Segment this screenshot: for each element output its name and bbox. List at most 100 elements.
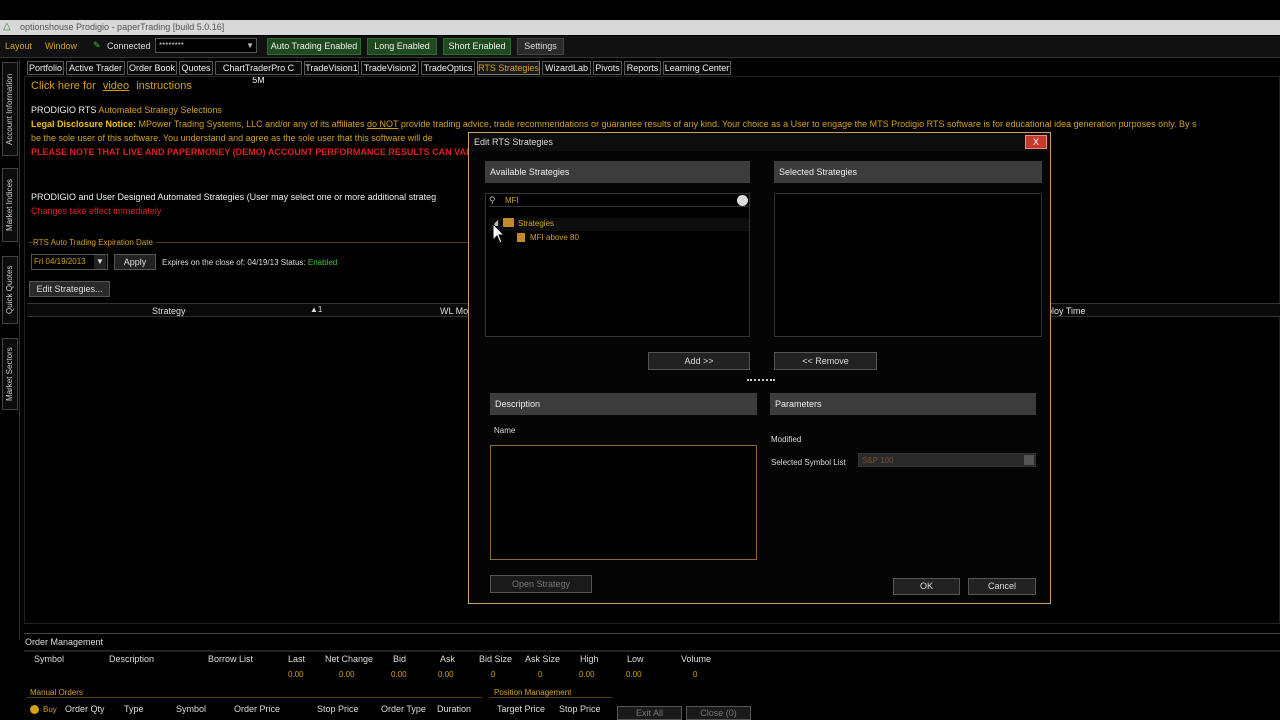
user-designed-text: PRODIGIO and User Designed Automated Str… — [31, 192, 437, 202]
legal-notice: Legal Disclosure Notice: MPower Trading … — [31, 119, 1197, 129]
tab-portfolio[interactable]: Portfolio — [27, 61, 64, 75]
tab-learning-center[interactable]: Learning Center — [663, 61, 731, 75]
click-here-text: Click here for — [31, 80, 96, 92]
tab-quotes[interactable]: Quotes — [179, 61, 213, 75]
col-order-type: Order Type — [381, 704, 426, 714]
rts-sub: Automated Strategy Selections — [98, 105, 222, 115]
tab-tradevision1[interactable]: TradeVision1 — [304, 61, 359, 75]
description-textarea[interactable] — [490, 445, 757, 560]
dialog-title: Edit RTS Strategies — [469, 133, 1050, 151]
manual-orders-label: Manual Orders — [30, 688, 85, 697]
description-header: Description — [490, 393, 757, 415]
account-select-value: ******** — [159, 41, 184, 50]
col-target-price: Target Price — [497, 704, 546, 714]
legal-text-2: provide trading advice, trade recommenda… — [400, 119, 1197, 129]
order-management-panel: Order Management Symbol Description Borr… — [24, 633, 1280, 720]
legal-line2: be the sole user of this software. You u… — [31, 133, 433, 143]
col-symbol[interactable]: Symbol — [34, 654, 64, 664]
date-picker[interactable]: Fri 04/19/2013 ▼ — [31, 254, 108, 270]
col-bid[interactable]: Bid — [393, 654, 406, 664]
symbol-list-label: Selected Symbol List — [771, 458, 846, 467]
sidetab-account-information[interactable]: Account Information — [2, 62, 18, 156]
tab-wizardlab[interactable]: WizardLab — [542, 61, 591, 75]
instructions-line: Click here for video instructions — [31, 80, 192, 92]
clear-search-icon[interactable] — [737, 195, 748, 206]
col-bid-size[interactable]: Bid Size — [479, 654, 512, 664]
account-select[interactable]: ******** ▼ — [155, 38, 257, 53]
col-net-change[interactable]: Net Change — [325, 654, 373, 664]
selected-strategies-header: Selected Strategies — [774, 161, 1042, 183]
chevron-down-icon[interactable] — [1024, 455, 1034, 465]
col-high[interactable]: High — [580, 654, 599, 664]
tab-active-trader[interactable]: Active Trader — [66, 61, 125, 75]
selected-strategies-list[interactable] — [774, 193, 1042, 337]
tab-tradeoptics[interactable]: TradeOptics — [421, 61, 475, 75]
exit-all-button[interactable]: Exit All — [617, 706, 682, 720]
edit-strategies-button[interactable]: Edit Strategies... — [29, 281, 110, 297]
menu-window[interactable]: Window — [45, 41, 77, 51]
col-description[interactable]: Description — [109, 654, 154, 664]
open-strategy-button[interactable]: Open Strategy — [490, 575, 592, 593]
video-link[interactable]: video — [103, 80, 129, 92]
tree-row-strategies[interactable]: ◢ Strategies — [489, 218, 749, 231]
buy-label: Buy — [43, 705, 57, 714]
long-enabled-button[interactable]: Long Enabled — [367, 38, 437, 55]
symbol-list-select[interactable]: S&P 100 — [858, 453, 1036, 467]
status-value: Enabled — [307, 258, 338, 267]
sidetab-market-indices[interactable]: Market Indices — [2, 168, 18, 242]
changes-text: Changes take effect immediately — [31, 206, 162, 216]
cancel-button[interactable]: Cancel — [968, 578, 1036, 595]
orders-divider — [24, 650, 1280, 652]
tab-charttraderpro[interactable]: ChartTraderPro C 5M — [215, 61, 302, 85]
tab-tradevision2[interactable]: TradeVision2 — [361, 61, 419, 75]
col-wl[interactable]: WL Mo — [440, 306, 468, 316]
sidetab-quick-quotes[interactable]: Quick Quotes — [2, 256, 18, 324]
col-strategy[interactable]: Strategy — [152, 306, 186, 316]
modified-label: Modified — [771, 435, 802, 444]
connection-status: Connected — [107, 41, 151, 51]
tab-pivots[interactable]: Pivots — [593, 61, 622, 75]
symbol-list-value: S&P 100 — [862, 456, 894, 465]
chevron-down-icon: ▼ — [246, 41, 254, 50]
col-order-price: Order Price — [234, 704, 281, 714]
side-tabs: Account Information Market Indices Quick… — [0, 60, 20, 640]
file-icon — [517, 233, 525, 242]
position-management-label: Position Management — [494, 688, 574, 697]
tab-reports[interactable]: Reports — [624, 61, 661, 75]
tab-order-book[interactable]: Order Book — [127, 61, 177, 75]
expires-info: Expires on the close of: 04/19/13 Status… — [162, 258, 337, 267]
tab-rts-strategies[interactable]: RTS Strategies — [477, 61, 540, 75]
tree-row-mfi[interactable]: MFI above 80 — [517, 232, 749, 244]
col-type: Type — [124, 704, 144, 714]
search-input[interactable]: MFI — [505, 196, 519, 205]
apply-button[interactable]: Apply — [114, 254, 156, 270]
settings-button[interactable]: Settings — [517, 38, 564, 55]
auto-trading-button[interactable]: Auto Trading Enabled — [267, 38, 361, 55]
ok-button[interactable]: OK — [893, 578, 960, 595]
sidetab-market-sectors[interactable]: Market Sectors — [2, 338, 18, 410]
col-ask[interactable]: Ask — [440, 654, 455, 664]
close-button[interactable]: X — [1025, 135, 1047, 149]
short-enabled-button[interactable]: Short Enabled — [443, 38, 511, 55]
col-last[interactable]: Last — [288, 654, 305, 664]
col-low[interactable]: Low — [627, 654, 644, 664]
tree-child-label: MFI above 80 — [530, 233, 579, 242]
col-deploy-time[interactable]: ploy Time — [1047, 306, 1086, 316]
col-order-qty: Order Qty — [65, 704, 105, 714]
col-volume[interactable]: Volume — [681, 654, 711, 664]
menu-layout[interactable]: Layout — [5, 41, 32, 51]
expiration-label: RTS Auto Trading Expiration Date — [33, 238, 156, 247]
splitter-handle[interactable] — [747, 379, 775, 381]
close-positions-button[interactable]: Close (0) — [686, 706, 751, 720]
strategy-search[interactable]: ⚲ MFI — [489, 195, 749, 207]
col-ask-size[interactable]: Ask Size — [525, 654, 560, 664]
add-button[interactable]: Add >> — [648, 352, 750, 370]
chevron-down-icon[interactable]: ▼ — [94, 255, 106, 269]
legal-text-1: MPower Trading Systems, LLC and/or any o… — [138, 119, 365, 129]
col-borrow-list[interactable]: Borrow List — [208, 654, 253, 664]
value-bid: 0.00 — [391, 670, 407, 679]
buy-radio[interactable] — [30, 705, 39, 714]
remove-button[interactable]: << Remove — [774, 352, 877, 370]
available-strategies-header: Available Strategies — [485, 161, 750, 183]
value-ask: 0.00 — [438, 670, 454, 679]
